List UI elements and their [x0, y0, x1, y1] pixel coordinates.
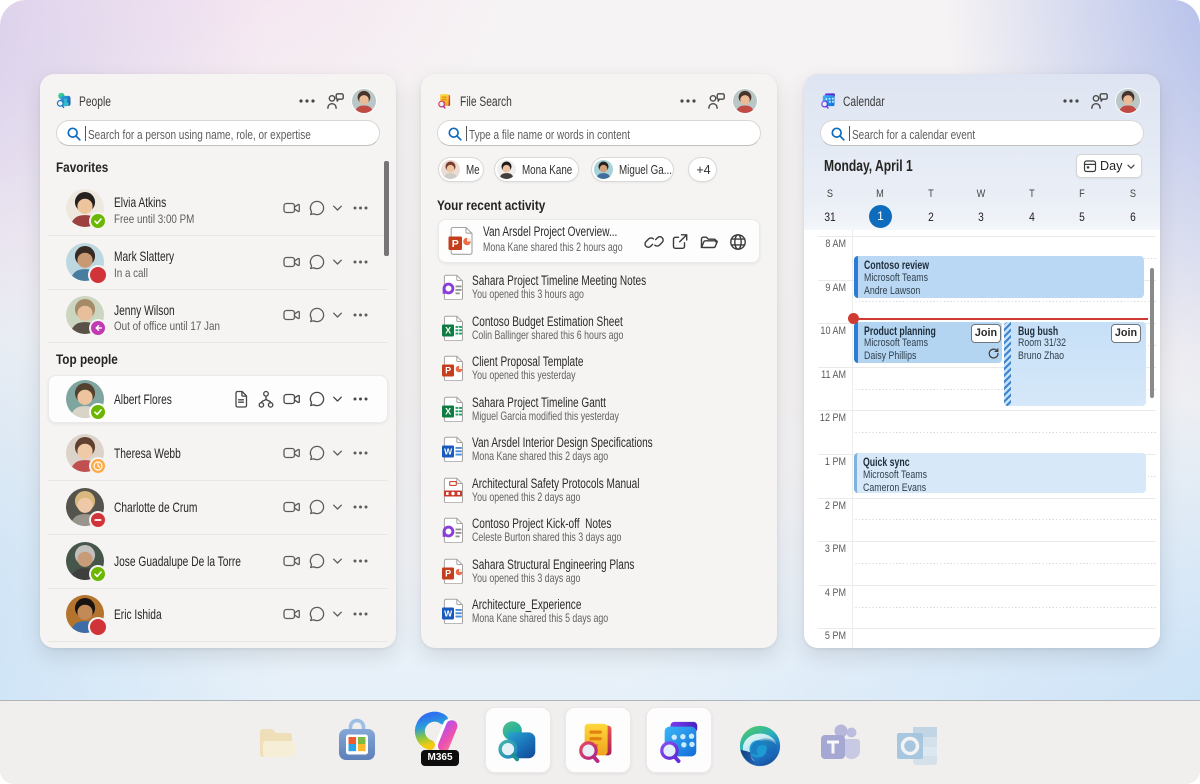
- svg-text:X: X: [445, 407, 451, 417]
- svg-text:P: P: [452, 238, 459, 250]
- svg-text:X: X: [445, 326, 451, 336]
- svg-text:W: W: [444, 447, 453, 457]
- svg-text:W: W: [444, 609, 453, 619]
- svg-text:P: P: [445, 569, 451, 579]
- svg-text:P: P: [445, 366, 451, 376]
